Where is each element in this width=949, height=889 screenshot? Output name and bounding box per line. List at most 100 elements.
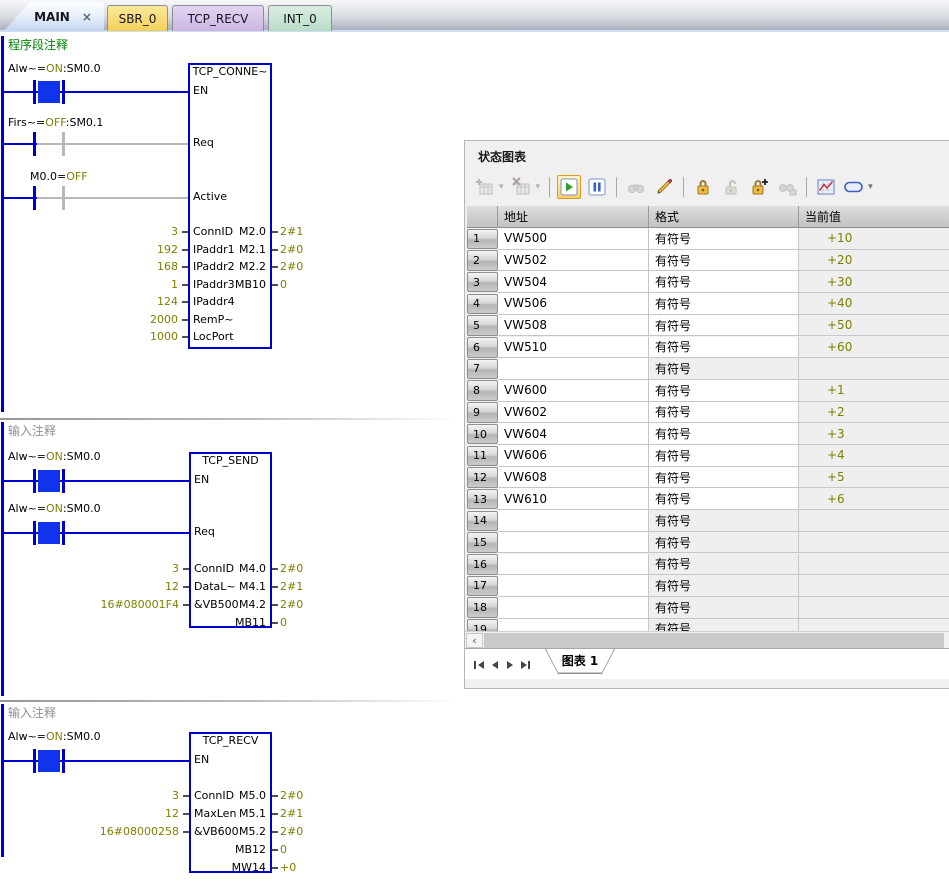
horizontal-scrollbar[interactable]: ‹ <box>465 631 949 649</box>
row-number-button[interactable]: 15 <box>467 532 498 553</box>
contact-bar-right[interactable] <box>62 132 65 156</box>
contact-bar-right[interactable] <box>62 749 65 773</box>
row-number-button[interactable]: 18 <box>467 597 498 618</box>
contact-bar-left[interactable] <box>33 469 36 493</box>
row-number-button[interactable]: 6 <box>467 337 498 358</box>
format-cell[interactable]: 有符号 <box>649 575 799 597</box>
read-forced-icon[interactable] <box>775 175 799 199</box>
format-cell[interactable]: 有符号 <box>649 488 799 510</box>
last-sheet-icon[interactable] <box>518 656 531 668</box>
sheet-tab-chart1[interactable]: 图表 1 <box>545 649 615 674</box>
address-cell[interactable]: VW506 <box>498 293 649 315</box>
status-pause-icon[interactable] <box>585 175 609 199</box>
write-values-icon[interactable] <box>652 175 676 199</box>
dropdown-caret-icon[interactable]: ▾ <box>499 182 504 192</box>
first-sheet-icon[interactable] <box>473 656 486 668</box>
contact-closed-energized[interactable] <box>38 81 60 103</box>
value-cell[interactable]: +3 <box>799 423 949 445</box>
contact-bar-right[interactable] <box>62 186 65 210</box>
contact-closed-energized[interactable] <box>38 750 60 772</box>
value-cell[interactable]: +20 <box>799 250 949 272</box>
value-cell[interactable]: +4 <box>799 445 949 467</box>
value-cell[interactable]: +40 <box>799 293 949 315</box>
close-icon[interactable]: × <box>82 10 92 24</box>
row-number-button[interactable]: 17 <box>467 576 498 597</box>
value-cell[interactable]: +1 <box>799 380 949 402</box>
status-on-icon[interactable] <box>557 175 581 199</box>
address-cell[interactable]: VW500 <box>498 228 649 250</box>
format-cell[interactable]: 有符号 <box>649 293 799 315</box>
value-cell[interactable] <box>799 532 949 554</box>
contact-bar-left[interactable] <box>33 749 36 773</box>
value-cell[interactable]: +6 <box>799 488 949 510</box>
row-number-button[interactable]: 11 <box>467 446 498 467</box>
dropdown-caret-icon[interactable]: ▾ <box>536 182 541 192</box>
unforce-icon[interactable] <box>719 175 743 199</box>
contact-bar-right[interactable] <box>62 80 65 104</box>
value-cell[interactable]: +5 <box>799 467 949 489</box>
format-cell[interactable]: 有符号 <box>649 423 799 445</box>
read-values-icon[interactable] <box>624 175 648 199</box>
force-all-icon[interactable] <box>747 175 771 199</box>
format-cell[interactable]: 有符号 <box>649 380 799 402</box>
address-cell[interactable]: VW600 <box>498 380 649 402</box>
contact-bar-left[interactable] <box>33 521 36 545</box>
tab-sbr0[interactable]: SBR_0 <box>107 5 168 31</box>
address-cell[interactable]: VW602 <box>498 402 649 424</box>
address-cell[interactable]: VW604 <box>498 423 649 445</box>
next-sheet-icon[interactable] <box>503 656 516 668</box>
format-cell[interactable]: 有符号 <box>649 532 799 554</box>
contact-closed-energized[interactable] <box>38 522 60 544</box>
bookmark-icon[interactable] <box>842 175 866 199</box>
value-cell[interactable] <box>799 597 949 619</box>
value-cell[interactable] <box>799 510 949 532</box>
value-cell[interactable] <box>799 358 949 380</box>
row-number-button[interactable]: 5 <box>467 315 498 336</box>
format-cell[interactable]: 有符号 <box>649 337 799 359</box>
address-cell[interactable] <box>498 358 649 380</box>
tab-int0[interactable]: INT_0 <box>268 5 332 31</box>
row-number-button[interactable]: 3 <box>467 272 498 293</box>
row-number-button[interactable]: 10 <box>467 424 498 445</box>
trend-view-icon[interactable] <box>814 175 838 199</box>
row-number-button[interactable]: 4 <box>467 294 498 315</box>
row-number-button[interactable]: 12 <box>467 467 498 488</box>
add-chart-icon[interactable] <box>473 175 497 199</box>
address-cell[interactable]: VW504 <box>498 271 649 293</box>
row-number-button[interactable]: 2 <box>467 250 498 271</box>
format-cell[interactable]: 有符号 <box>649 467 799 489</box>
force-icon[interactable] <box>691 175 715 199</box>
scrollbar-thumb[interactable] <box>484 633 944 648</box>
value-cell[interactable] <box>799 554 949 576</box>
row-number-button[interactable]: 1 <box>467 229 498 250</box>
dropdown-caret-icon[interactable]: ▾ <box>868 182 873 192</box>
tab-main[interactable]: MAIN × <box>4 2 104 31</box>
contact-bar-left[interactable] <box>33 80 36 104</box>
contact-closed-energized[interactable] <box>38 470 60 492</box>
format-cell[interactable]: 有符号 <box>649 445 799 467</box>
address-cell[interactable] <box>498 532 649 554</box>
format-cell[interactable]: 有符号 <box>649 315 799 337</box>
format-cell[interactable]: 有符号 <box>649 619 799 631</box>
address-cell[interactable] <box>498 597 649 619</box>
value-cell[interactable]: +50 <box>799 315 949 337</box>
address-cell[interactable]: VW610 <box>498 488 649 510</box>
address-cell[interactable] <box>498 554 649 576</box>
format-cell[interactable]: 有符号 <box>649 271 799 293</box>
contact-bar-left[interactable] <box>33 186 36 210</box>
format-cell[interactable]: 有符号 <box>649 402 799 424</box>
contact-bar-left[interactable] <box>33 132 36 156</box>
value-cell[interactable] <box>799 619 949 631</box>
value-cell[interactable]: +10 <box>799 228 949 250</box>
tab-tcp-recv[interactable]: TCP_RECV <box>172 5 264 31</box>
row-number-button[interactable]: 13 <box>467 489 498 510</box>
address-cell[interactable]: VW510 <box>498 337 649 359</box>
format-cell[interactable]: 有符号 <box>649 358 799 380</box>
format-cell[interactable]: 有符号 <box>649 510 799 532</box>
address-cell[interactable] <box>498 510 649 532</box>
value-cell[interactable] <box>799 575 949 597</box>
prev-sheet-icon[interactable] <box>488 656 501 668</box>
format-cell[interactable]: 有符号 <box>649 597 799 619</box>
address-cell[interactable]: VW502 <box>498 250 649 272</box>
scroll-left-button[interactable]: ‹ <box>466 633 483 648</box>
